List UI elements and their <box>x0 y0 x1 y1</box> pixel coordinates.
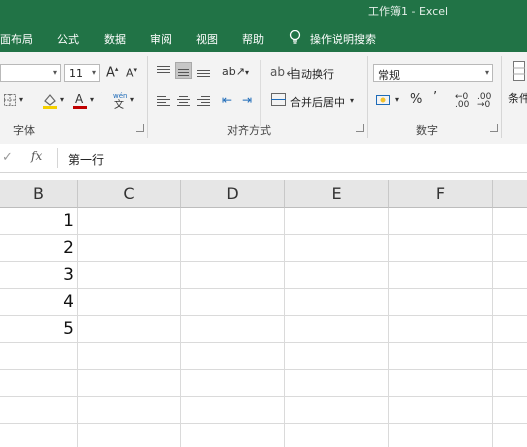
fill-color-icon[interactable] <box>42 92 58 109</box>
merge-center-icon[interactable] <box>271 93 286 106</box>
svg-text:wén: wén <box>113 92 127 100</box>
chevron-down-icon[interactable]: ▾ <box>60 95 64 104</box>
tab-help[interactable]: 帮助 <box>242 31 264 47</box>
dialog-launcher-icon[interactable] <box>356 124 364 132</box>
formula-input[interactable]: 第一行 <box>57 148 527 168</box>
tab-data[interactable]: 数据 <box>104 31 126 47</box>
accounting-format-icon[interactable] <box>376 93 392 107</box>
decrease-indent-icon[interactable]: ⇤ <box>222 93 232 107</box>
window-title: 工作簿1 - Excel <box>368 5 449 18</box>
align-middle-icon[interactable] <box>175 62 192 79</box>
percent-style-button[interactable]: % <box>410 92 422 107</box>
decrease-decimal-icon[interactable]: .00 →0 <box>477 93 491 110</box>
formula-value: 第一行 <box>68 153 105 167</box>
tab-view[interactable]: 视图 <box>196 31 218 47</box>
row-line <box>0 369 527 370</box>
number-format-value: 常规 <box>378 69 400 82</box>
alignment-group-label: 对齐方式 <box>227 124 271 137</box>
align-right-icon[interactable] <box>195 94 212 111</box>
tab-review[interactable]: 审阅 <box>150 31 172 47</box>
column-header-e[interactable]: E <box>285 180 389 208</box>
cell-b3[interactable]: 3 <box>0 262 74 289</box>
title-bar: 工作簿1 - Excel <box>0 0 527 22</box>
conditional-formatting-button[interactable]: 条件 <box>508 90 527 106</box>
align-bottom-icon[interactable] <box>195 68 212 85</box>
column-line <box>77 208 78 447</box>
lightbulb-icon <box>289 30 301 44</box>
font-name-select[interactable]: ▾ <box>0 64 61 82</box>
comma-style-button[interactable]: ’ <box>433 90 437 105</box>
wrap-text-button[interactable]: 自动换行 <box>290 66 334 82</box>
chevron-down-icon[interactable]: ▾ <box>130 95 134 104</box>
chevron-down-icon[interactable]: ▾ <box>395 95 399 104</box>
separator <box>260 60 261 126</box>
tab-formulas[interactable]: 公式 <box>57 31 79 47</box>
cell-b2[interactable]: 2 <box>0 235 74 262</box>
orientation-icon[interactable]: ab↗▾ <box>222 65 249 78</box>
align-left-icon[interactable] <box>155 94 172 111</box>
phonetic-guide-icon[interactable]: wén 文 <box>112 91 128 109</box>
font-size-select[interactable]: 11 ▾ <box>64 64 100 82</box>
cell-b5[interactable]: 5 <box>0 316 74 343</box>
font-size-value: 11 <box>69 67 83 80</box>
group-divider <box>367 56 368 138</box>
column-line <box>492 208 493 447</box>
chevron-down-icon: ▾ <box>484 68 489 77</box>
chevron-down-icon: ▾ <box>91 68 96 77</box>
svg-text:A: A <box>75 92 84 106</box>
chevron-down-icon[interactable]: ▾ <box>19 95 23 104</box>
merge-center-button[interactable]: 合并后居中 <box>290 94 345 110</box>
increase-font-icon[interactable]: A▴ <box>106 65 118 80</box>
row-line <box>0 423 527 424</box>
conditional-formatting-icon[interactable] <box>512 60 526 82</box>
tell-me-search[interactable]: 操作说明搜索 <box>310 31 376 47</box>
row-line <box>0 234 527 235</box>
borders-icon[interactable] <box>4 94 16 106</box>
cell-b4[interactable]: 4 <box>0 289 74 316</box>
increase-indent-icon[interactable]: ⇥ <box>242 93 252 107</box>
column-line <box>388 208 389 447</box>
column-line <box>284 208 285 447</box>
increase-decimal-icon[interactable]: ←0.00 <box>455 93 469 110</box>
align-top-icon[interactable] <box>155 64 172 81</box>
row-line <box>0 396 527 397</box>
row-line <box>0 261 527 262</box>
dialog-launcher-icon[interactable] <box>136 124 144 132</box>
row-line <box>0 315 527 316</box>
chevron-down-icon[interactable]: ▾ <box>90 95 94 104</box>
chevron-down-icon: ▾ <box>52 68 57 77</box>
svg-text:文: 文 <box>114 98 124 109</box>
enter-check-icon[interactable]: ✓ <box>2 150 13 165</box>
chevron-down-icon[interactable]: ▾ <box>350 96 354 105</box>
formula-bar: ✓ fx 第一行 <box>0 144 527 173</box>
dialog-launcher-icon[interactable] <box>490 124 498 132</box>
number-group-label: 数字 <box>416 124 438 137</box>
column-header-g[interactable] <box>493 180 527 208</box>
column-line <box>180 208 181 447</box>
ribbon: ▾ 11 ▾ A▴ A▾ ▾ ▾ A ▾ wén 文 ▾ 字体 ab↗▾ ab↲… <box>0 52 527 145</box>
tab-page-layout[interactable]: 面布局 <box>0 31 33 47</box>
column-header-b[interactable]: B <box>0 180 78 208</box>
column-header-d[interactable]: D <box>181 180 285 208</box>
font-group-label: 字体 <box>13 124 35 137</box>
ribbon-tabs: 面布局 公式 数据 审阅 视图 帮助 操作说明搜索 <box>0 22 527 52</box>
number-format-select[interactable]: 常规 ▾ <box>373 64 493 82</box>
group-divider <box>501 56 502 138</box>
font-color-icon[interactable]: A <box>73 92 87 109</box>
insert-function-icon[interactable]: fx <box>31 149 42 163</box>
cell-b1[interactable]: 1 <box>0 208 74 235</box>
group-divider <box>147 56 148 138</box>
row-line <box>0 288 527 289</box>
column-header-c[interactable]: C <box>78 180 181 208</box>
column-header-f[interactable]: F <box>389 180 493 208</box>
decrease-font-icon[interactable]: A▾ <box>126 66 137 80</box>
align-center-icon[interactable] <box>175 94 192 111</box>
row-line <box>0 342 527 343</box>
